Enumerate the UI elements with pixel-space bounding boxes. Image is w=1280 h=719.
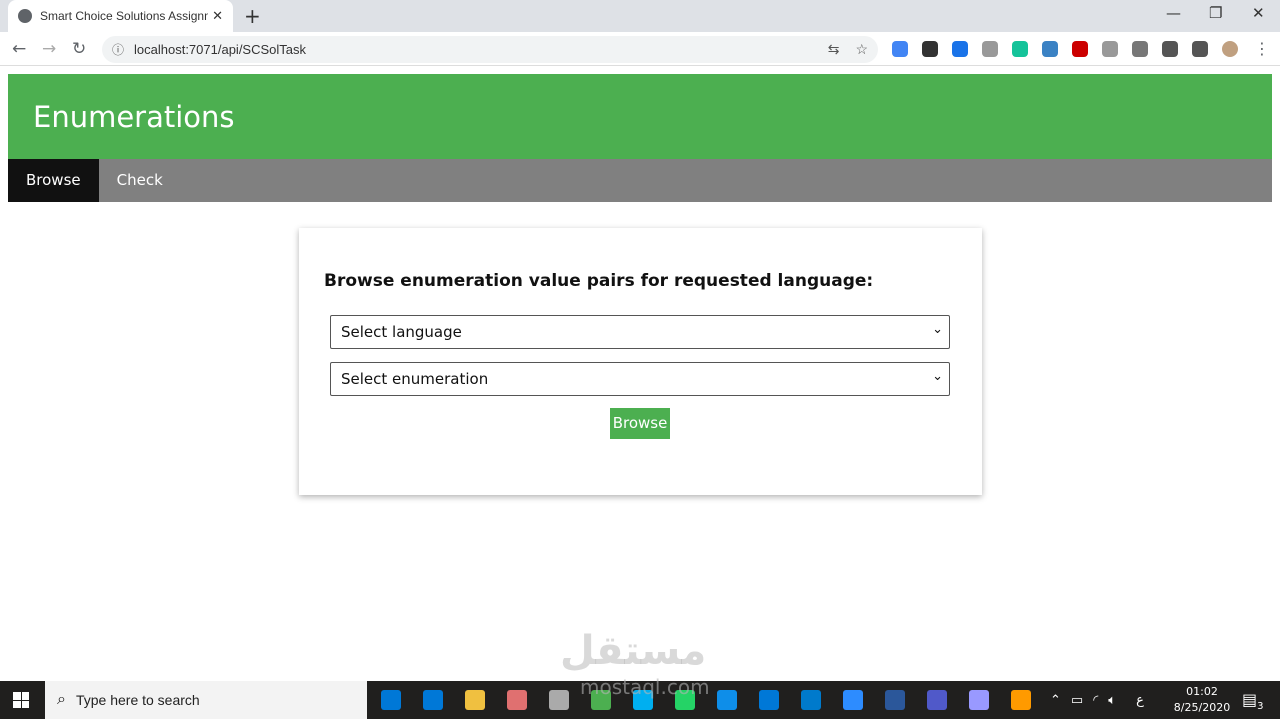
search-placeholder: Type here to search (75, 692, 200, 708)
illustrator-icon (1011, 690, 1031, 710)
chevron-down-icon: ⌄ (932, 369, 943, 384)
chain-icon[interactable] (982, 41, 998, 57)
browser-tab-bar: Smart Choice Solutions Assignment ✕ + — … (0, 0, 1280, 32)
media-queue-icon[interactable] (1192, 41, 1208, 57)
chevron-up-icon[interactable]: ⌃ (1050, 693, 1061, 708)
teams-icon (927, 690, 947, 710)
taskbar-app-store[interactable] (412, 681, 454, 719)
enumeration-select-value: Select enumeration (341, 370, 489, 388)
minimize-icon[interactable]: — (1166, 4, 1181, 22)
menu-item-check[interactable]: Check (99, 159, 181, 202)
address-bar[interactable]: ⓘ localhost:7071/api/SCSolTask ⇆ ☆ (102, 36, 878, 63)
taskbar-app-scanner[interactable] (538, 681, 580, 719)
taskbar-app-illustrator[interactable] (1000, 681, 1042, 719)
browse-form-card: Browse enumeration value pairs for reque… (299, 228, 982, 495)
after-effects-icon (969, 690, 989, 710)
time: 01:02 (1186, 685, 1218, 698)
volume-icon[interactable]: 🔈︎ (1108, 693, 1116, 708)
adblock-plus-icon[interactable] (1072, 41, 1088, 57)
edge-circle-icon[interactable] (1042, 41, 1058, 57)
enumeration-select[interactable]: Select enumeration ⌄ (330, 362, 950, 396)
chevron-down-icon: ⌄ (932, 322, 943, 337)
taskbar-app-file-explorer[interactable] (454, 681, 496, 719)
taskbar-app-teamviewer[interactable] (706, 681, 748, 719)
file-explorer-icon (465, 690, 485, 710)
tab-title: Smart Choice Solutions Assignment (40, 9, 208, 23)
search-icon: ⌕ (57, 691, 66, 708)
info-icon[interactable]: ⓘ (112, 41, 124, 58)
new-tab-icon[interactable]: + (244, 4, 261, 28)
back-icon[interactable]: ← (12, 39, 26, 59)
taskbar-search[interactable]: ⌕ Type here to search (45, 681, 367, 719)
browse-button[interactable]: Browse (610, 408, 670, 439)
browser-tab[interactable]: Smart Choice Solutions Assignment ✕ (8, 0, 233, 32)
taskbar-app-teams[interactable] (916, 681, 958, 719)
avatar-icon[interactable] (1222, 41, 1238, 57)
wifi-icon[interactable]: ◜ (1093, 693, 1098, 708)
translate-icon[interactable]: ⇆ (828, 41, 840, 58)
taskbar-app-word[interactable] (874, 681, 916, 719)
page-title: Enumerations (33, 100, 235, 134)
date: 8/25/2020 (1173, 701, 1231, 714)
graduation-cap-icon[interactable] (952, 41, 968, 57)
url-text: localhost:7071/api/SCSolTask (134, 42, 307, 57)
taskbar-app-vscode[interactable] (790, 681, 832, 719)
speed-dial-icon[interactable] (1102, 41, 1118, 57)
puzzle-icon[interactable] (1162, 41, 1178, 57)
edge-icon (381, 690, 401, 710)
nav-menu: Browse Check (8, 159, 1272, 202)
zoom-icon (843, 690, 863, 710)
form-heading: Browse enumeration value pairs for reque… (324, 271, 874, 291)
mail-icon (759, 690, 779, 710)
clock[interactable]: 01:02 8/25/2020 (1172, 684, 1232, 716)
browser-toolbar: ← → ↻ ⓘ localhost:7071/api/SCSolTask ⇆ ☆ … (0, 32, 1280, 66)
close-window-icon[interactable]: ✕ (1252, 4, 1265, 22)
system-tray: ⌃ ▭ ◜ 🔈︎ ع (1050, 681, 1144, 719)
download-icon[interactable] (922, 41, 938, 57)
taskbar-app-mail[interactable] (748, 681, 790, 719)
taskbar-app-zoom[interactable] (832, 681, 874, 719)
taskbar-app-paint[interactable] (496, 681, 538, 719)
taskbar-app-edge[interactable] (370, 681, 412, 719)
word-icon (885, 690, 905, 710)
notifications-icon[interactable]: ▤3 (1242, 690, 1264, 712)
drive-icon[interactable] (1132, 41, 1148, 57)
reload-icon[interactable]: ↻ (72, 39, 86, 59)
grammarly-off-icon[interactable] (1012, 41, 1028, 57)
taskbar-app-after-effects[interactable] (958, 681, 1000, 719)
scanner-icon (549, 690, 569, 710)
paint-icon (507, 690, 527, 710)
battery-icon[interactable]: ▭ (1071, 693, 1083, 708)
windows-start-icon[interactable] (13, 692, 29, 708)
globe-icon (18, 9, 32, 23)
menu-kebab-icon[interactable]: ⋮ (1254, 39, 1270, 58)
menu-item-browse[interactable]: Browse (8, 159, 99, 202)
teamviewer-icon (717, 690, 737, 710)
watermark: مستقل (560, 628, 707, 674)
language-indicator[interactable]: ع (1136, 693, 1144, 708)
page-header: Enumerations (8, 74, 1272, 159)
forward-icon[interactable]: → (42, 39, 56, 59)
notification-count: 3 (1257, 701, 1264, 713)
google-translate-icon[interactable] (892, 41, 908, 57)
close-tab-icon[interactable]: ✕ (212, 8, 223, 24)
vscode-icon (801, 690, 821, 710)
language-select-value: Select language (341, 323, 462, 341)
bookmark-star-icon[interactable]: ☆ (855, 41, 868, 58)
store-icon (423, 690, 443, 710)
restore-icon[interactable]: ❐ (1209, 4, 1222, 22)
language-select[interactable]: Select language ⌄ (330, 315, 950, 349)
watermark-url: mostaql.com (580, 675, 710, 699)
